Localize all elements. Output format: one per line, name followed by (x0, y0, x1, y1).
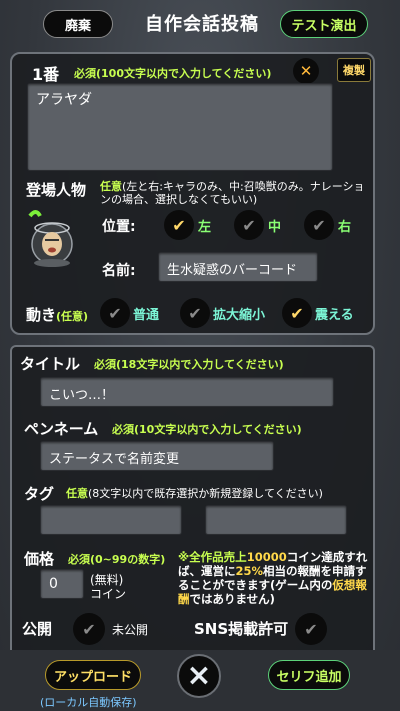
position-label: 位置: (102, 219, 136, 235)
position-left-checkbox[interactable]: ✔ (164, 210, 194, 240)
motion-zoom-label: 拡大縮小 (213, 308, 266, 323)
position-center-label: 中 (268, 220, 282, 235)
sns-label: SNS掲載許可 (194, 620, 289, 638)
checkmark-icon: ✔ (304, 619, 318, 639)
checkmark-icon: ✔ (172, 215, 186, 235)
upload-subtext: (ローカル自動保存) (40, 696, 137, 709)
close-button[interactable]: × (177, 654, 221, 698)
price-label: 価格 (24, 550, 55, 568)
name-label: 名前: (102, 263, 136, 279)
dialogue-panel: 1番 必須(100文字以内で入力してください) ✕ 複製 アラヤダ 登場人物 任… (10, 52, 375, 335)
character-hint: 任意(左と右:キャラのみ、中:召喚獣のみ。ナレーションの場合、選択しなくてもいい… (100, 180, 365, 206)
position-right-label: 右 (338, 220, 352, 235)
text-required-hint: 必須(100文字以内で入力してください) (74, 67, 272, 80)
checkmark-icon: ✔ (188, 303, 202, 323)
motion-shake-label: 震える (315, 308, 354, 323)
motion-normal-label: 普通 (133, 308, 160, 323)
upload-button[interactable]: アップロード (45, 660, 141, 690)
character-avatar[interactable] (26, 208, 78, 270)
tag-hint: 任意(8文字以内で既存選択か新規登録してください) (66, 487, 323, 500)
public-state: 未公開 (112, 623, 149, 637)
close-icon: ✕ (299, 62, 313, 80)
checkmark-icon: ✔ (312, 215, 326, 235)
revenue-notice: ※全作品売上10000コイン達成すれば、運営に25%相当の報酬を申請することがで… (178, 550, 368, 606)
settings-panel: タイトル 必須(18文字以内で入力してください) こいつ…！ ペンネーム 必須(… (10, 345, 375, 650)
sns-checkbox[interactable]: ✔ (295, 613, 327, 645)
public-label: 公開 (22, 620, 53, 638)
motion-label: 動き(任意) (26, 306, 89, 324)
tag-field-2[interactable] (205, 505, 347, 535)
character-name-field[interactable]: 生水疑惑のバーコード (158, 252, 318, 282)
page-title: 自作会話投稿 (145, 14, 259, 35)
position-center-checkbox[interactable]: ✔ (234, 210, 264, 240)
checkmark-icon: ✔ (242, 215, 256, 235)
delete-line-button[interactable]: ✕ (293, 58, 319, 84)
position-right-checkbox[interactable]: ✔ (304, 210, 334, 240)
penname-label: ペンネーム (24, 420, 99, 438)
checkmark-icon: ✔ (290, 303, 304, 323)
price-hint: 必須(0~99の数字) (68, 553, 166, 566)
test-performance-button[interactable]: テスト演出 (280, 10, 368, 38)
line-number: 1番 (32, 65, 60, 84)
close-icon: × (186, 658, 212, 693)
motion-normal-checkbox[interactable]: ✔ (100, 298, 130, 328)
public-checkbox[interactable]: ✔ (73, 613, 105, 645)
character-label: 登場人物 (26, 181, 87, 199)
dialogue-text-field[interactable]: アラヤダ (27, 83, 333, 171)
price-field[interactable]: 0 (40, 569, 84, 599)
add-line-button[interactable]: セリフ追加 (268, 660, 350, 690)
copy-button[interactable]: 複製 (337, 58, 371, 82)
discard-button[interactable]: 廃棄 (43, 10, 113, 38)
position-left-label: 左 (198, 220, 212, 235)
checkmark-icon: ✔ (82, 619, 96, 639)
motion-zoom-checkbox[interactable]: ✔ (180, 298, 210, 328)
penname-field[interactable]: ステータスで名前変更 (40, 441, 274, 471)
price-unit: コイン (90, 587, 127, 601)
title-field[interactable]: こいつ…！ (40, 377, 334, 407)
checkmark-icon: ✔ (108, 303, 122, 323)
tag-field-1[interactable] (40, 505, 182, 535)
title-hint: 必須(18文字以内で入力してください) (94, 358, 284, 371)
motion-shake-checkbox[interactable]: ✔ (282, 298, 312, 328)
title-label: タイトル (20, 355, 81, 373)
penname-hint: 必須(10文字以内で入力してください) (112, 423, 302, 436)
tag-label: タグ (24, 485, 55, 503)
